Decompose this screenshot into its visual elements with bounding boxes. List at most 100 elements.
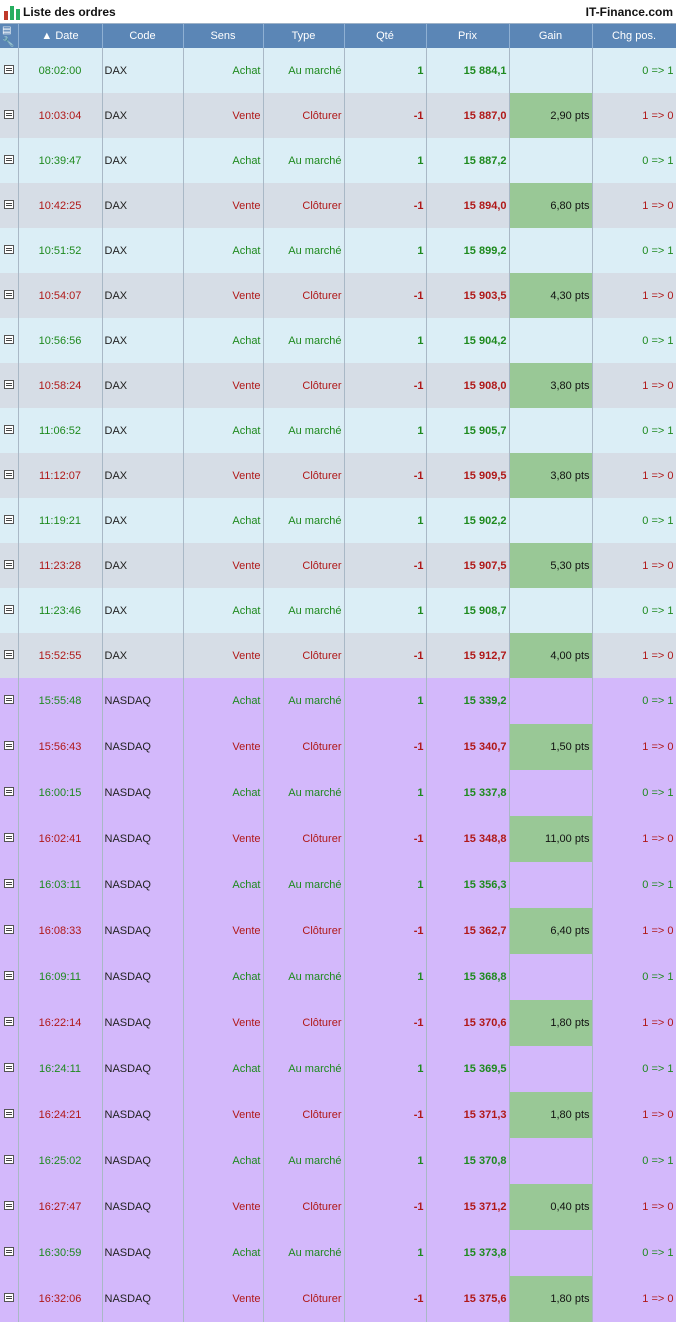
order-detail-icon[interactable] xyxy=(0,1138,19,1184)
order-detail-icon[interactable] xyxy=(3,925,14,934)
table-row[interactable]: 16:08:33 NASDAQ Vente Clôturer -1 15 362,7 6,4… xyxy=(0,908,676,954)
order-detail-icon[interactable] xyxy=(0,954,19,1000)
column-header-gain[interactable]: Gain xyxy=(509,24,593,48)
order-detail-icon[interactable] xyxy=(0,543,19,588)
header-icons[interactable]: ▤🔧 xyxy=(0,24,19,48)
order-detail-icon[interactable] xyxy=(0,1092,19,1138)
order-detail-icon[interactable] xyxy=(3,1293,14,1302)
order-detail-icon[interactable] xyxy=(3,1247,14,1256)
order-detail-icon[interactable] xyxy=(3,604,14,614)
order-detail-icon[interactable] xyxy=(3,64,14,74)
table-row[interactable]: 11:12:07 DAX Vente Clôturer -1 15 909,5 3,80 p… xyxy=(0,453,676,498)
order-detail-icon[interactable] xyxy=(3,1109,14,1118)
table-row[interactable]: 16:00:15 NASDAQ Achat Au marché 1 15 337,8 0 =… xyxy=(0,770,676,816)
column-header-prix[interactable]: Prix xyxy=(426,24,510,48)
wrench-icon[interactable]: 🔧 xyxy=(2,37,14,48)
order-type: Au marché xyxy=(263,48,345,93)
table-row[interactable]: 16:25:02 NASDAQ Achat Au marché 1 15 370,8 0 =… xyxy=(0,1138,676,1184)
table-row[interactable]: 15:56:43 NASDAQ Vente Clôturer -1 15 340,7 1,5… xyxy=(0,724,676,770)
order-detail-icon[interactable] xyxy=(3,649,14,659)
order-detail-icon[interactable] xyxy=(3,424,14,434)
order-detail-icon[interactable] xyxy=(3,289,14,299)
order-detail-icon[interactable] xyxy=(3,1063,14,1072)
order-detail-icon[interactable] xyxy=(3,559,14,569)
order-date: 16:02:41 xyxy=(18,816,103,862)
order-detail-icon[interactable] xyxy=(0,1230,19,1276)
table-row[interactable]: 15:55:48 NASDAQ Achat Au marché 1 15 339,2 0 =… xyxy=(0,678,676,724)
order-prix: 15 362,7 xyxy=(426,908,510,954)
table-row[interactable]: 08:02:00 DAX Achat Au marché 1 15 884,1 0 => 1 xyxy=(0,48,676,93)
table-row[interactable]: 10:39:47 DAX Achat Au marché 1 15 887,2 0 => 1 xyxy=(0,138,676,183)
order-detail-icon[interactable] xyxy=(3,244,14,254)
table-row[interactable]: 10:42:25 DAX Vente Clôturer -1 15 894,0 6,80 p… xyxy=(0,183,676,228)
table-row[interactable]: 10:54:07 DAX Vente Clôturer -1 15 903,5 4,30 p… xyxy=(0,273,676,318)
order-detail-icon[interactable] xyxy=(3,109,14,119)
order-detail-icon[interactable] xyxy=(0,678,19,724)
order-detail-icon[interactable] xyxy=(0,408,19,453)
table-row[interactable]: 16:09:11 NASDAQ Achat Au marché 1 15 368,8 0 =… xyxy=(0,954,676,1000)
order-detail-icon[interactable] xyxy=(0,363,19,408)
order-type: Au marché xyxy=(263,138,345,183)
order-detail-icon[interactable] xyxy=(0,48,19,93)
order-detail-icon[interactable] xyxy=(3,334,14,344)
table-row[interactable]: 10:51:52 DAX Achat Au marché 1 15 899,2 0 => 1 xyxy=(0,228,676,273)
order-detail-icon[interactable] xyxy=(3,833,14,842)
order-detail-icon[interactable] xyxy=(0,633,19,678)
order-detail-icon[interactable] xyxy=(0,770,19,816)
table-row[interactable]: 10:58:24 DAX Vente Clôturer -1 15 908,0 3,80 p… xyxy=(0,363,676,408)
order-detail-icon[interactable] xyxy=(3,199,14,209)
table-row[interactable]: 16:24:11 NASDAQ Achat Au marché 1 15 369,5 0 =… xyxy=(0,1046,676,1092)
table-row[interactable]: 16:24:21 NASDAQ Vente Clôturer -1 15 371,3 1,8… xyxy=(0,1092,676,1138)
order-detail-icon[interactable] xyxy=(0,1046,19,1092)
order-detail-icon[interactable] xyxy=(0,1000,19,1046)
table-row[interactable]: 16:30:59 NASDAQ Achat Au marché 1 15 373,8 0 =… xyxy=(0,1230,676,1276)
order-detail-icon[interactable] xyxy=(3,1017,14,1026)
order-detail-icon[interactable] xyxy=(0,228,19,273)
table-row[interactable]: 16:02:41 NASDAQ Vente Clôturer -1 15 348,8 11,… xyxy=(0,816,676,862)
order-detail-icon[interactable] xyxy=(0,498,19,543)
table-row[interactable]: 16:27:47 NASDAQ Vente Clôturer -1 15 371,2 0,4… xyxy=(0,1184,676,1230)
column-header-code[interactable]: Code xyxy=(102,24,184,48)
table-row[interactable]: 16:03:11 NASDAQ Achat Au marché 1 15 356,3 0 =… xyxy=(0,862,676,908)
order-detail-icon[interactable] xyxy=(0,93,19,138)
order-detail-icon[interactable] xyxy=(3,787,14,796)
order-detail-icon[interactable] xyxy=(0,318,19,363)
order-detail-icon[interactable] xyxy=(0,1184,19,1230)
order-detail-icon[interactable] xyxy=(3,154,14,164)
order-date: 16:08:33 xyxy=(18,908,103,954)
document-icon[interactable]: ▤ xyxy=(2,25,11,36)
column-header-chg[interactable]: Chg pos. xyxy=(592,24,676,48)
order-detail-icon[interactable] xyxy=(3,379,14,389)
order-detail-icon[interactable] xyxy=(0,138,19,183)
table-row[interactable]: 10:56:56 DAX Achat Au marché 1 15 904,2 0 => 1 xyxy=(0,318,676,363)
order-detail-icon[interactable] xyxy=(3,741,14,750)
order-detail-icon[interactable] xyxy=(0,862,19,908)
table-row[interactable]: 11:19:21 DAX Achat Au marché 1 15 902,2 0 => 1 xyxy=(0,498,676,543)
order-detail-icon[interactable] xyxy=(3,1155,14,1164)
table-row[interactable]: 11:23:46 DAX Achat Au marché 1 15 908,7 0 => 1 xyxy=(0,588,676,633)
table-row[interactable]: 16:32:06 NASDAQ Vente Clôturer -1 15 375,6 1,8… xyxy=(0,1276,676,1322)
order-detail-icon[interactable] xyxy=(3,879,14,888)
order-detail-icon[interactable] xyxy=(0,273,19,318)
order-detail-icon[interactable] xyxy=(0,724,19,770)
order-detail-icon[interactable] xyxy=(3,695,14,704)
table-row[interactable]: 11:06:52 DAX Achat Au marché 1 15 905,7 0 => 1 xyxy=(0,408,676,453)
order-detail-icon[interactable] xyxy=(0,453,19,498)
order-detail-icon[interactable] xyxy=(3,971,14,980)
table-row[interactable]: 11:23:28 DAX Vente Clôturer -1 15 907,5 5,30 p… xyxy=(0,543,676,588)
order-detail-icon[interactable] xyxy=(0,183,19,228)
order-detail-icon[interactable] xyxy=(0,908,19,954)
order-detail-icon[interactable] xyxy=(0,1276,19,1322)
table-row[interactable]: 16:22:14 NASDAQ Vente Clôturer -1 15 370,6 1,8… xyxy=(0,1000,676,1046)
column-header-type[interactable]: Type xyxy=(263,24,345,48)
order-detail-icon[interactable] xyxy=(0,816,19,862)
table-row[interactable]: 15:52:55 DAX Vente Clôturer -1 15 912,7 4,00 p… xyxy=(0,633,676,678)
column-header-date[interactable]: ▲ Date xyxy=(18,24,103,48)
order-detail-icon[interactable] xyxy=(0,588,19,633)
order-detail-icon[interactable] xyxy=(3,514,14,524)
order-detail-icon[interactable] xyxy=(3,469,14,479)
table-row[interactable]: 10:03:04 DAX Vente Clôturer -1 15 887,0 2,90 p… xyxy=(0,93,676,138)
order-detail-icon[interactable] xyxy=(3,1201,14,1210)
column-header-qte[interactable]: Qté xyxy=(344,24,427,48)
column-header-sens[interactable]: Sens xyxy=(183,24,264,48)
